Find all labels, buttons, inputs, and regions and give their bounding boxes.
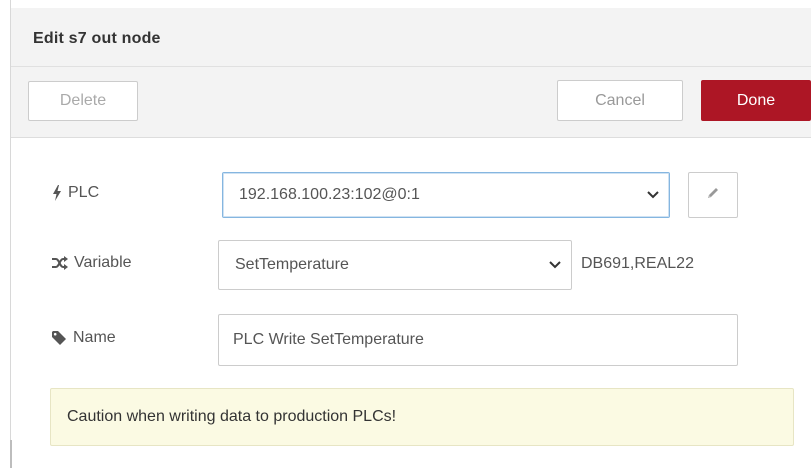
- pencil-icon: [706, 186, 720, 205]
- caution-notice: Caution when writing data to production …: [50, 388, 794, 446]
- caution-text: Caution when writing data to production …: [67, 408, 397, 425]
- random-icon: [52, 256, 68, 270]
- edit-node-dialog: Edit s7 out node Delete Cancel Done PLC …: [0, 0, 811, 468]
- delete-button[interactable]: Delete: [28, 81, 138, 121]
- name-label-text: Name: [73, 329, 116, 346]
- dialog-header: Edit s7 out node: [11, 8, 811, 67]
- plc-row: PLC 192.168.100.23:102@0:1: [0, 172, 811, 218]
- resize-handle[interactable]: [10, 440, 12, 468]
- variable-label-text: Variable: [74, 254, 132, 271]
- variable-row: Variable SetTemperature DB691,REAL22: [0, 240, 811, 290]
- variable-select[interactable]: SetTemperature: [218, 240, 572, 290]
- name-row: Name: [0, 314, 811, 366]
- variable-selected-value: SetTemperature: [235, 256, 349, 273]
- name-input[interactable]: [218, 314, 738, 366]
- dialog-title: Edit s7 out node: [33, 30, 161, 47]
- name-label: Name: [52, 329, 116, 347]
- chevron-down-icon: [549, 261, 561, 269]
- cancel-button[interactable]: Cancel: [557, 80, 683, 121]
- bolt-icon: [52, 185, 62, 201]
- tag-icon: [52, 330, 67, 346]
- dialog-toolbar: Delete Cancel Done: [11, 67, 811, 138]
- plc-selected-value: 192.168.100.23:102@0:1: [239, 186, 420, 203]
- plc-select[interactable]: 192.168.100.23:102@0:1: [222, 172, 670, 218]
- plc-label-text: PLC: [68, 184, 100, 201]
- done-button[interactable]: Done: [701, 80, 811, 121]
- variable-address: DB691,REAL22: [581, 255, 694, 272]
- variable-label: Variable: [52, 254, 132, 272]
- edit-plc-button[interactable]: [688, 172, 738, 218]
- plc-label: PLC: [52, 184, 99, 202]
- chevron-down-icon: [647, 191, 659, 199]
